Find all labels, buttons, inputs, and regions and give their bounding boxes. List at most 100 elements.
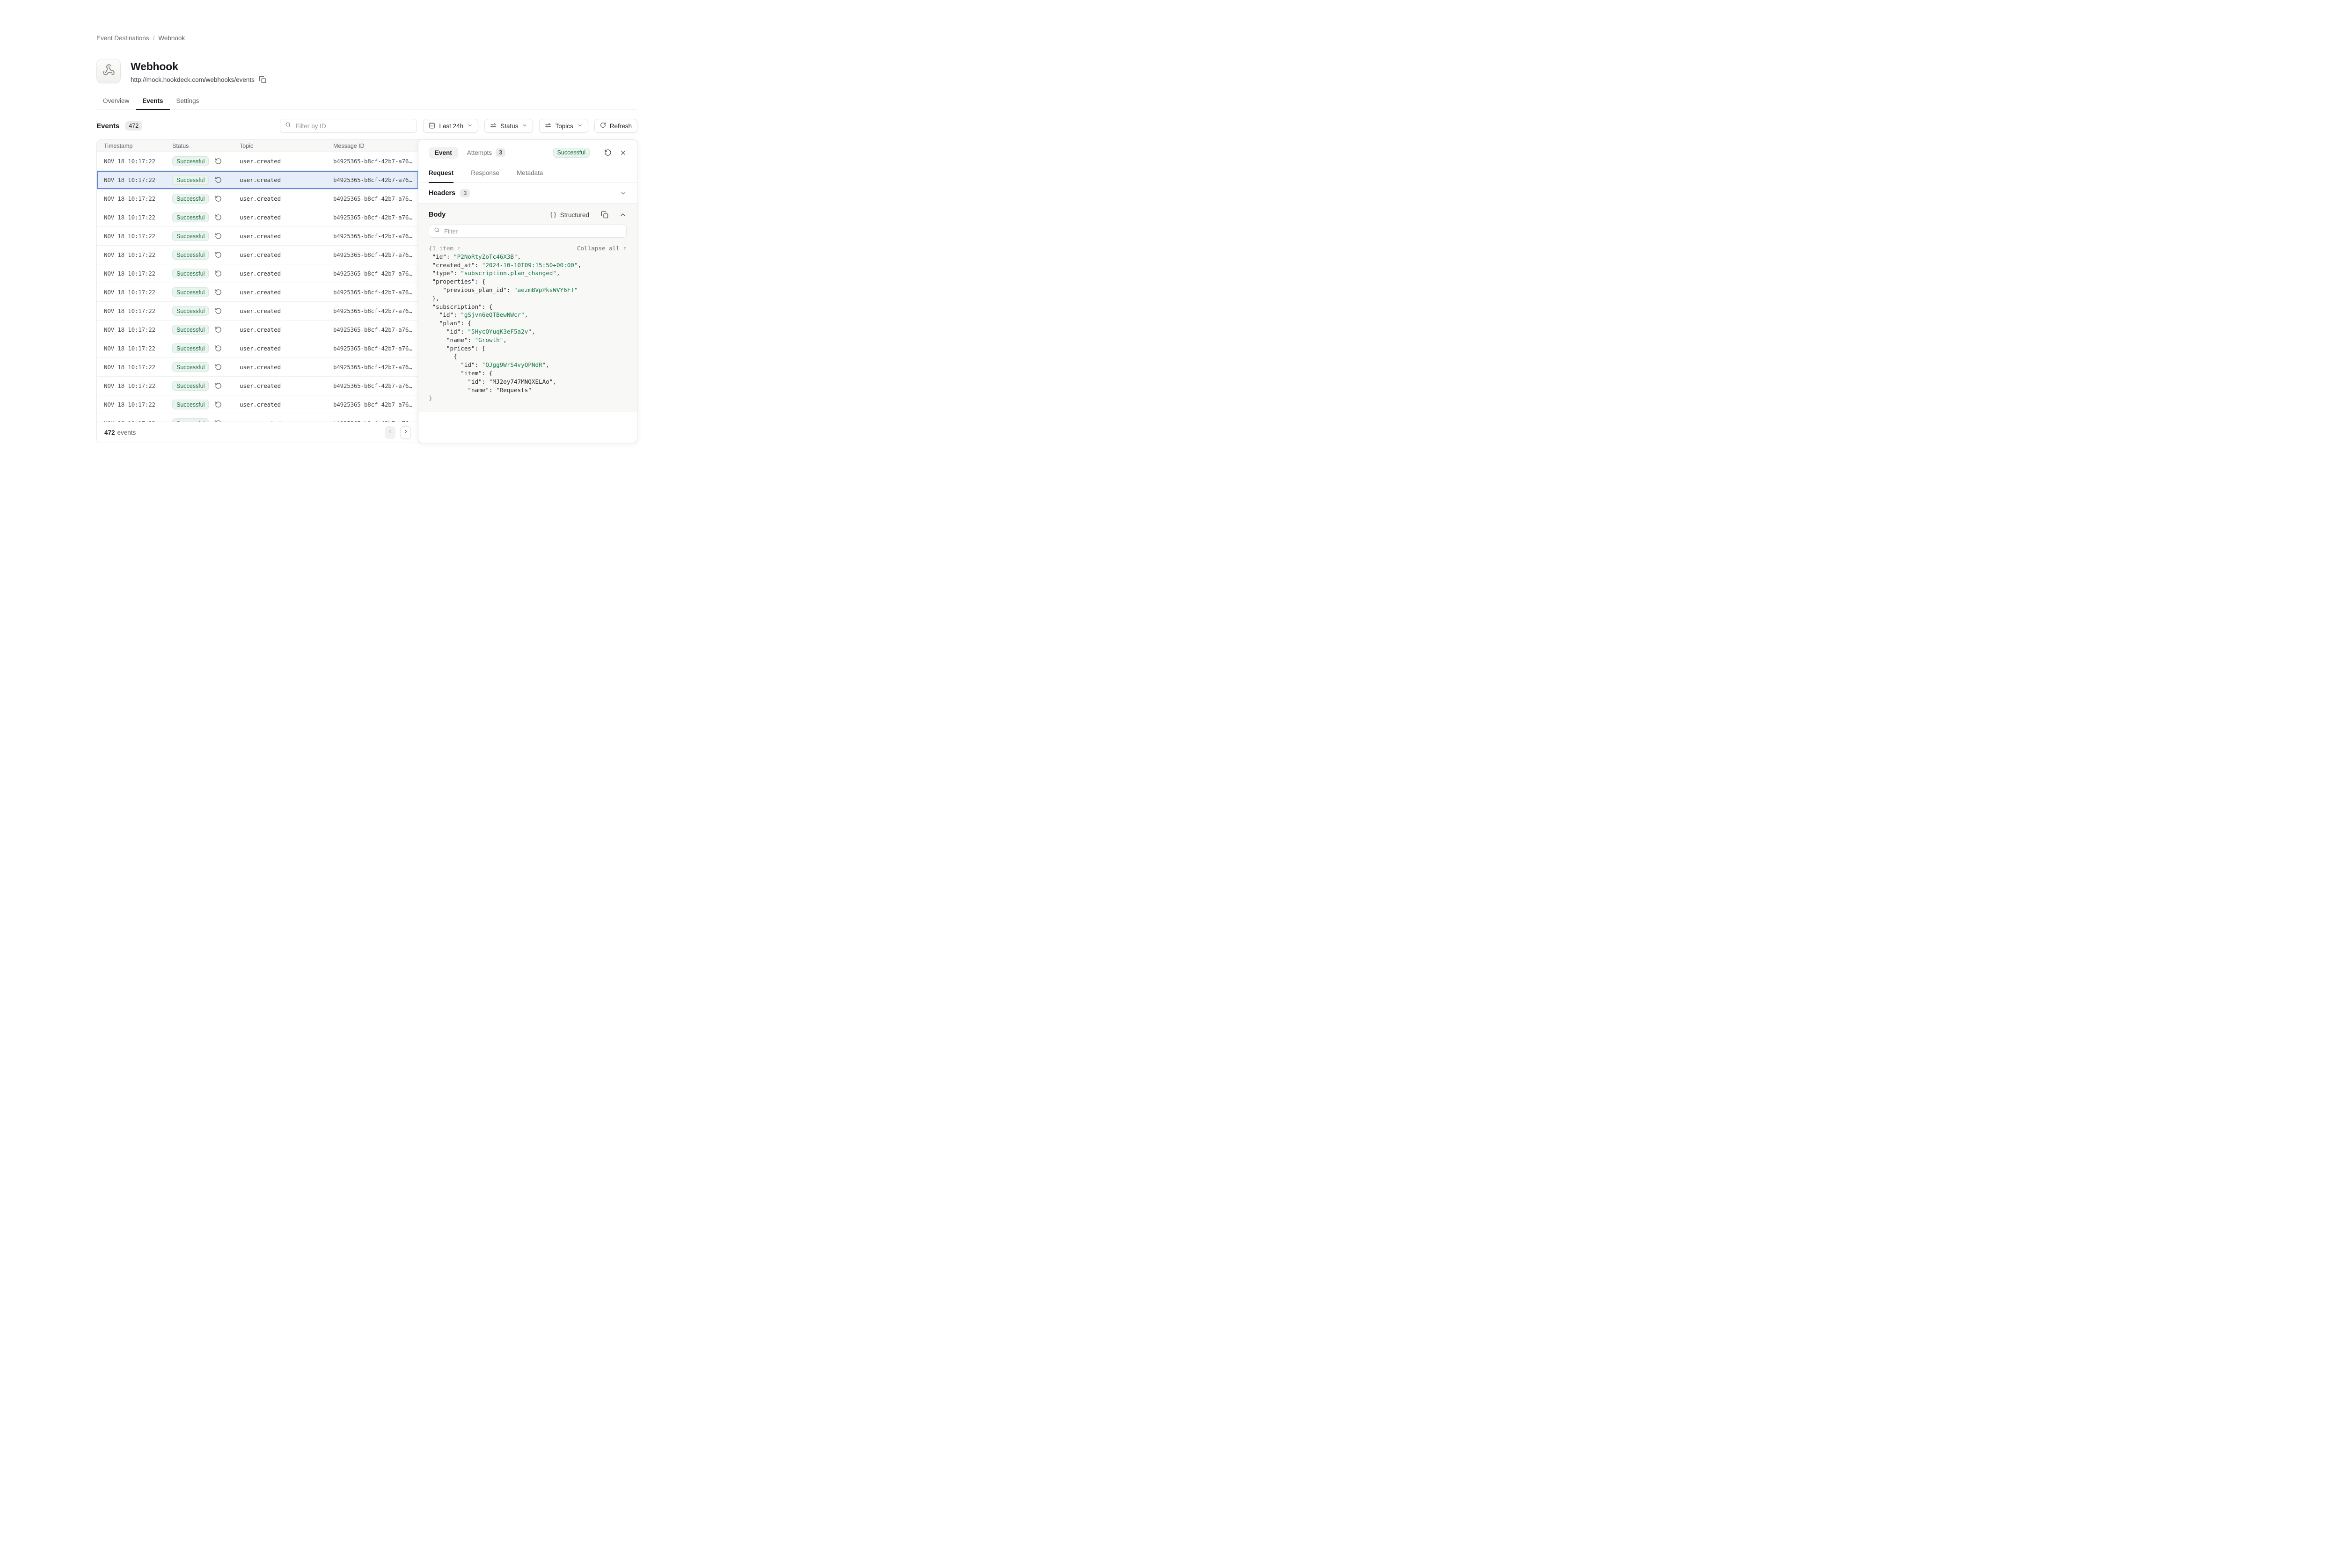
panel-empty-area: [418, 412, 637, 443]
collapse-body-button[interactable]: [619, 211, 627, 219]
headers-section-toggle[interactable]: Headers 3: [418, 183, 637, 204]
table-row[interactable]: NOV 18 10:17:22Successfuluser.createdb49…: [97, 264, 418, 283]
cell-timestamp: NOV 18 10:17:22: [104, 195, 172, 202]
column-header-status: Status: [172, 143, 240, 149]
retry-icon[interactable]: [215, 401, 222, 408]
table-row[interactable]: NOV 18 10:17:22Successfuluser.createdb49…: [97, 339, 418, 358]
structured-mode-toggle[interactable]: Structured: [550, 211, 589, 219]
table-row[interactable]: NOV 18 10:17:22Successfuluser.createdb49…: [97, 246, 418, 264]
copy-url-icon[interactable]: [259, 76, 266, 83]
cell-topic: user.created: [240, 326, 333, 333]
retry-event-button[interactable]: [604, 149, 612, 156]
json-line: "id": "5HycQYuqK3eF5a2v",: [429, 328, 627, 336]
retry-icon[interactable]: [215, 251, 222, 258]
json-line: "previous_plan_id": "aezmBVpPksWVY6FT": [429, 286, 627, 294]
cell-message-id: b4925365-b8cf-42b7-a76…: [333, 270, 418, 277]
body-filter-box: [429, 225, 627, 238]
retry-icon[interactable]: [215, 345, 222, 352]
events-heading: Events: [96, 122, 119, 130]
chevron-down-icon: [577, 123, 583, 130]
panel-header: Event Attempts 3 Successful: [418, 140, 637, 165]
attempts-tab[interactable]: Attempts 3: [467, 148, 505, 157]
table-row[interactable]: NOV 18 10:17:22Successfuluser.createdb49…: [97, 152, 418, 171]
retry-icon[interactable]: [215, 307, 222, 314]
table-row[interactable]: NOV 18 10:17:22Successfuluser.createdb49…: [97, 171, 418, 190]
event-detail-panel: Event Attempts 3 Successful: [418, 139, 637, 443]
retry-icon[interactable]: [215, 289, 222, 296]
cell-status: Successful: [172, 418, 240, 422]
events-count-badge: 472: [125, 121, 142, 131]
retry-icon[interactable]: [215, 195, 222, 202]
breadcrumb-current: Webhook: [158, 35, 185, 42]
cell-message-id: b4925365-b8cf-42b7-a76…: [333, 214, 418, 221]
json-line: }: [429, 394, 627, 402]
cell-topic: user.created: [240, 195, 333, 202]
tab-events[interactable]: Events: [136, 95, 169, 110]
cell-timestamp: NOV 18 10:17:22: [104, 233, 172, 240]
status-filter-label: Status: [500, 123, 518, 130]
status-badge: Successful: [172, 381, 209, 391]
retry-icon[interactable]: [215, 176, 222, 183]
cell-status: Successful: [172, 269, 240, 278]
filter-sliders-icon: [490, 122, 497, 130]
pagination: [385, 426, 411, 439]
table-row[interactable]: NOV 18 10:17:22Successfuluser.createdb49…: [97, 227, 418, 246]
table-row[interactable]: NOV 18 10:17:22Successfuluser.createdb49…: [97, 377, 418, 395]
filter-by-id-box: [280, 119, 417, 133]
retry-icon[interactable]: [215, 382, 222, 389]
table-row[interactable]: NOV 18 10:17:22Successfuluser.createdb49…: [97, 395, 418, 414]
table-row[interactable]: NOV 18 10:17:22Successfuluser.createdb49…: [97, 208, 418, 227]
json-line: "id": "gSjvn6eQTBewNWcr",: [429, 311, 627, 319]
tab-response[interactable]: Response: [471, 165, 499, 183]
cell-topic: user.created: [240, 364, 333, 371]
table-row[interactable]: NOV 18 10:17:22Successfuluser.createdb49…: [97, 283, 418, 302]
tab-overview[interactable]: Overview: [96, 95, 136, 110]
cell-timestamp: NOV 18 10:17:22: [104, 326, 172, 333]
status-filter-button[interactable]: Status: [484, 119, 533, 133]
events-table-body: Timestamp Status Topic Message ID NOV 18…: [97, 140, 418, 422]
filter-by-id-input[interactable]: [294, 122, 412, 130]
cell-status: Successful: [172, 343, 240, 353]
table-row[interactable]: NOV 18 10:17:22Successfuluser.createdb49…: [97, 190, 418, 208]
retry-icon[interactable]: [215, 270, 222, 277]
table-row[interactable]: NOV 18 10:17:22Successfuluser.createdb49…: [97, 358, 418, 377]
next-page-button[interactable]: [400, 426, 411, 439]
close-panel-button[interactable]: [620, 149, 627, 156]
calendar-icon: [429, 122, 435, 130]
json-item-count-toggle[interactable]: {1 item ↑: [429, 244, 461, 253]
retry-icon[interactable]: [215, 233, 222, 240]
retry-icon[interactable]: [215, 326, 222, 333]
events-toolbar: Events 472 Last 24h: [96, 119, 637, 133]
body-label: Body: [429, 211, 446, 219]
events-table: Timestamp Status Topic Message ID NOV 18…: [97, 140, 418, 443]
time-range-button[interactable]: Last 24h: [423, 119, 478, 133]
collapse-all-action[interactable]: Collapse all ↑: [577, 244, 627, 253]
cell-message-id: b4925365-b8cf-42b7-a76…: [333, 326, 418, 333]
cell-status: Successful: [172, 175, 240, 185]
tab-metadata[interactable]: Metadata: [517, 165, 543, 183]
cell-timestamp: NOV 18 10:17:22: [104, 214, 172, 221]
json-line: "type": "subscription.plan_changed",: [429, 269, 627, 277]
json-line: "id": "P2NoRtyZoTc46X3B",: [429, 253, 627, 261]
body-filter-input[interactable]: [443, 227, 622, 235]
status-badge: Successful: [172, 175, 209, 185]
breadcrumb-parent[interactable]: Event Destinations: [96, 35, 149, 42]
event-tab[interactable]: Event: [429, 147, 458, 159]
topics-filter-button[interactable]: Topics: [539, 119, 588, 133]
retry-icon[interactable]: [215, 364, 222, 371]
cell-topic: user.created: [240, 345, 333, 352]
cell-status: Successful: [172, 194, 240, 204]
cell-topic: user.created: [240, 214, 333, 221]
copy-body-button[interactable]: [601, 211, 608, 219]
refresh-button[interactable]: Refresh: [594, 119, 637, 133]
tab-settings[interactable]: Settings: [170, 95, 206, 110]
table-row[interactable]: NOV 18 10:17:22Successfuluser.createdb49…: [97, 321, 418, 339]
retry-icon[interactable]: [215, 214, 222, 221]
status-badge: Successful: [172, 306, 209, 316]
tab-request[interactable]: Request: [429, 165, 453, 183]
previous-page-button[interactable]: [385, 426, 395, 439]
retry-icon[interactable]: [215, 158, 222, 165]
table-row[interactable]: NOV 18 10:17:22Successfuluser.createdb49…: [97, 302, 418, 321]
table-row[interactable]: NOV 18 10:17:22Successfuluser.createdb49…: [97, 414, 418, 422]
cell-message-id: b4925365-b8cf-42b7-a76…: [333, 364, 418, 371]
